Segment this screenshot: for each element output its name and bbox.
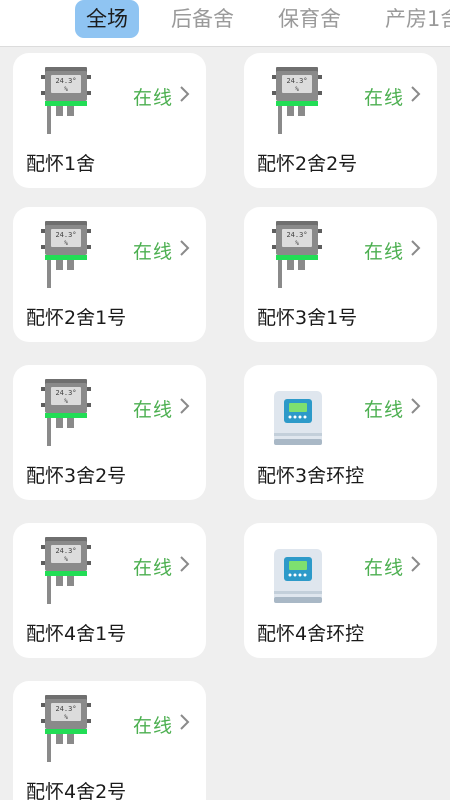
device-card[interactable]: 24.3° % 在线 配怀3舍2号: [13, 365, 206, 500]
device-name: 配怀4舍1号: [26, 623, 127, 645]
chevron-right-icon: [180, 240, 190, 256]
chevron-right-icon: [180, 714, 190, 730]
svg-text:%: %: [64, 398, 68, 405]
device-status: 在线: [133, 557, 174, 579]
device-name: 配怀2舍2号: [257, 153, 358, 175]
device-status: 在线: [133, 241, 174, 263]
svg-text:%: %: [64, 556, 68, 563]
device-name: 配怀1舍: [26, 153, 96, 175]
svg-text:%: %: [64, 714, 68, 721]
chevron-right-icon: [411, 86, 421, 102]
svg-text:24.3°: 24.3°: [55, 547, 76, 555]
svg-text:24.3°: 24.3°: [286, 77, 307, 85]
svg-text:24.3°: 24.3°: [55, 389, 76, 397]
device-card[interactable]: 在线 配怀4舍环控: [244, 523, 437, 658]
device-name: 配怀3舍环控: [257, 465, 365, 487]
device-status: 在线: [364, 557, 405, 579]
tab-all[interactable]: 全场: [75, 0, 139, 38]
tab-reserve-barn[interactable]: 后备舍: [160, 0, 245, 38]
device-screen: 24.3° % 在线 配怀1舍 24.3° % 在线 配怀2舍2号 24.3° …: [0, 0, 450, 800]
device-card[interactable]: 24.3° % 在线 配怀2舍2号: [244, 53, 437, 188]
device-status: 在线: [364, 399, 405, 421]
svg-text:24.3°: 24.3°: [55, 231, 76, 239]
temp-humidity-sensor-icon: 24.3° %: [272, 67, 322, 134]
environment-controller-icon: [274, 391, 322, 445]
device-card[interactable]: 24.3° % 在线 配怀4舍2号: [13, 681, 206, 800]
svg-text:24.3°: 24.3°: [55, 77, 76, 85]
temp-humidity-sensor-icon: 24.3° %: [41, 221, 91, 288]
chevron-right-icon: [180, 398, 190, 414]
environment-controller-icon: [274, 549, 322, 603]
device-card[interactable]: 在线 配怀3舍环控: [244, 365, 437, 500]
device-name: 配怀3舍1号: [257, 307, 358, 329]
svg-text:24.3°: 24.3°: [55, 705, 76, 713]
device-name: 配怀3舍2号: [26, 465, 127, 487]
svg-text:%: %: [295, 86, 299, 93]
chevron-right-icon: [180, 556, 190, 572]
device-name: 配怀4舍环控: [257, 623, 365, 645]
device-card[interactable]: 24.3° % 在线 配怀2舍1号: [13, 207, 206, 342]
device-status: 在线: [364, 87, 405, 109]
device-name: 配怀2舍1号: [26, 307, 127, 329]
device-card[interactable]: 24.3° % 在线 配怀1舍: [13, 53, 206, 188]
device-grid: 24.3° % 在线 配怀1舍 24.3° % 在线 配怀2舍2号 24.3° …: [0, 0, 450, 800]
chevron-right-icon: [411, 398, 421, 414]
tab-nursery-barn[interactable]: 保育舍: [267, 0, 352, 38]
device-name: 配怀4舍2号: [26, 781, 127, 800]
device-status: 在线: [133, 87, 174, 109]
temp-humidity-sensor-icon: 24.3° %: [41, 379, 91, 446]
temp-humidity-sensor-icon: 24.3° %: [272, 221, 322, 288]
category-tab-bar: 全场 后备舍 保育舍 产房1舍: [0, 0, 450, 47]
svg-text:%: %: [64, 86, 68, 93]
device-card[interactable]: 24.3° % 在线 配怀4舍1号: [13, 523, 206, 658]
svg-text:%: %: [295, 240, 299, 247]
device-card[interactable]: 24.3° % 在线 配怀3舍1号: [244, 207, 437, 342]
temp-humidity-sensor-icon: 24.3° %: [41, 67, 91, 134]
chevron-right-icon: [411, 556, 421, 572]
svg-text:24.3°: 24.3°: [286, 231, 307, 239]
svg-text:%: %: [64, 240, 68, 247]
device-status: 在线: [364, 241, 405, 263]
device-status: 在线: [133, 715, 174, 737]
chevron-right-icon: [180, 86, 190, 102]
chevron-right-icon: [411, 240, 421, 256]
temp-humidity-sensor-icon: 24.3° %: [41, 695, 91, 762]
tab-farrowing-barn-1[interactable]: 产房1舍: [374, 0, 450, 38]
device-status: 在线: [133, 399, 174, 421]
temp-humidity-sensor-icon: 24.3° %: [41, 537, 91, 604]
